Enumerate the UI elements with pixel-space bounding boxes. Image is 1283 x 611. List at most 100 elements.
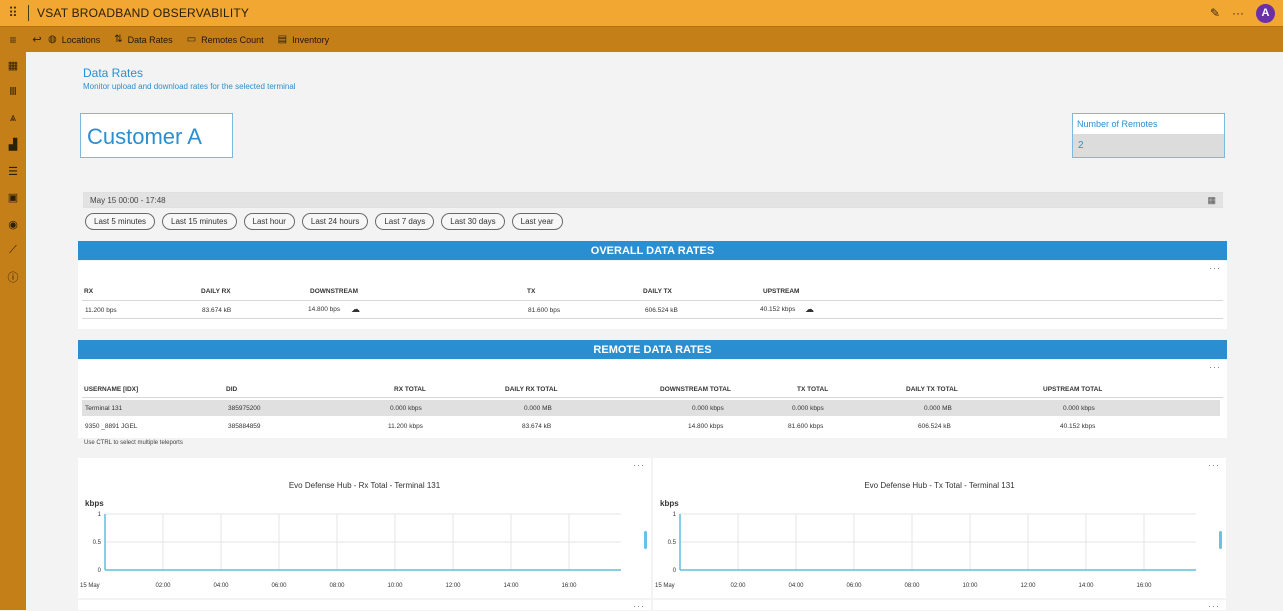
y-tick-label: 0	[98, 568, 102, 574]
remotes-count-value-area: 2	[1073, 134, 1224, 157]
col-header: DAILY TX	[643, 288, 672, 295]
col-header: TX TOTAL	[797, 386, 829, 393]
remotes-count-value: 2	[1078, 140, 1084, 151]
chart-scroll-handle[interactable]	[644, 531, 647, 549]
list-icon[interactable]: ☰	[0, 158, 26, 185]
nav-bar: ≡ ↩ ◍ Locations ⇅ Data Rates ▭ Remotes C…	[0, 26, 1283, 52]
back-icon[interactable]: ↩	[26, 33, 48, 46]
x-tick-label: 10:00	[387, 583, 403, 589]
cell: 0.000 MB	[524, 405, 552, 412]
cell: 40.152 kbps	[760, 306, 796, 313]
calendar-icon[interactable]: ▦	[1207, 195, 1216, 206]
col-header: TX	[527, 288, 536, 295]
date-range-value: May 15 00:00 - 17:48	[90, 196, 166, 205]
y-tick-label: 0.5	[668, 540, 677, 546]
cell: 0.000 kbps	[792, 405, 824, 412]
x-tick-label: 08:00	[904, 583, 920, 589]
range-button-7d[interactable]: Last 7 days	[375, 213, 435, 230]
app-launcher-icon[interactable]: ⠿	[0, 0, 26, 26]
x-tick-label: 15 May	[80, 583, 100, 589]
more-icon[interactable]: ···	[1232, 6, 1244, 20]
x-tick-label: 08:00	[329, 583, 345, 589]
x-tick-label: 06:00	[846, 583, 862, 589]
x-tick-label: 12:00	[1020, 583, 1036, 589]
cell: 14.800 bps	[308, 306, 341, 313]
cell: 0.000 kbps	[1063, 405, 1095, 412]
col-header: RX	[84, 288, 94, 295]
edit-icon[interactable]: ✎	[1210, 6, 1220, 20]
range-button-15m[interactable]: Last 15 minutes	[162, 213, 237, 230]
remote-data-rates-header: REMOTE DATA RATES	[78, 340, 1227, 359]
customer-panel: Customer A	[80, 113, 233, 158]
range-button-1h[interactable]: Last hour	[243, 213, 295, 230]
chart-scroll-handle[interactable]	[1219, 531, 1222, 549]
range-button-30d[interactable]: Last 30 days	[441, 213, 505, 230]
cloud-upload-icon: ☁	[805, 304, 814, 314]
up-down-arrows-icon: ⇅	[114, 34, 123, 45]
col-header: UPSTREAM TOTAL	[1043, 386, 1103, 393]
cell: 385975200	[228, 405, 261, 412]
nav-item-label: Data Rates	[127, 34, 173, 45]
col-header: UPSTREAM	[763, 288, 800, 295]
dashboard-icon[interactable]: ▦	[0, 52, 26, 79]
y-tick-label: 0.5	[93, 540, 102, 546]
cell: 0.000 MB	[924, 405, 952, 412]
range-button-24h[interactable]: Last 24 hours	[301, 213, 369, 230]
x-tick-label: 12:00	[445, 583, 461, 589]
report-icon[interactable]: ▣	[0, 185, 26, 212]
cloud-download-icon: ☁	[351, 304, 360, 314]
remotes-count-label: Number of Remotes	[1077, 119, 1158, 129]
col-header: DID	[226, 386, 238, 393]
counter-icon: ▭	[186, 34, 197, 45]
cell: 9350 _8891 JGEL	[85, 423, 138, 430]
x-tick-label: 16:00	[561, 583, 577, 589]
top-bar: ⠿ VSAT BROADBAND OBSERVABILITY ✎ ··· A	[0, 0, 1283, 26]
cell: 81.600 bps	[528, 307, 561, 314]
cell: 0.000 kbps	[692, 405, 724, 412]
analytics-icon[interactable]: ⟋	[0, 238, 26, 265]
nav-item-inventory[interactable]: ▤ Inventory	[278, 34, 329, 45]
antenna-icon[interactable]: ⩓	[0, 105, 26, 132]
col-header: RX TOTAL	[394, 386, 426, 393]
avatar[interactable]: A	[1256, 3, 1275, 23]
col-header: USERNAME [IDX]	[84, 386, 139, 393]
cell: Terminal 131	[85, 405, 123, 412]
table-row[interactable]: 9350 _8891 JGEL 385884859 11.200 kbps 83…	[82, 418, 1220, 434]
nav-item-locations[interactable]: ◍ Locations	[48, 34, 100, 45]
range-button-1y[interactable]: Last year	[511, 213, 563, 230]
chart-icon[interactable]: ▟	[0, 132, 26, 159]
more-icon[interactable]: ···	[1209, 362, 1221, 372]
cell: 11.200 bps	[85, 307, 117, 314]
chart-panel: ···	[78, 600, 651, 611]
more-icon[interactable]: ···	[1209, 263, 1221, 273]
rx-chart-panel: ··· Evo Defense Hub - Rx Total - Termina…	[78, 458, 651, 598]
x-tick-label: 04:00	[788, 583, 804, 589]
sidebar: ▦ Ⅲ ⩓ ▟ ☰ ▣ ◉ ⟋ ⓘ	[0, 52, 26, 610]
x-tick-label: 02:00	[155, 583, 171, 589]
info-icon[interactable]: ⓘ	[0, 264, 26, 291]
main-content: Data Rates Monitor upload and download r…	[26, 52, 1283, 611]
date-range-picker[interactable]: May 15 00:00 - 17:48 ▦	[83, 192, 1223, 208]
divider	[82, 397, 1223, 398]
nav-item-data-rates[interactable]: ⇅ Data Rates	[114, 34, 172, 45]
cell: 385884859	[228, 423, 261, 430]
x-tick-label: 15 May	[655, 583, 675, 589]
customer-name: Customer A	[87, 124, 202, 149]
nav-item-label: Locations	[61, 34, 101, 45]
x-tick-label: 06:00	[271, 583, 287, 589]
range-button-5m[interactable]: Last 5 minutes	[85, 213, 156, 230]
x-tick-label: 14:00	[503, 583, 519, 589]
x-tick-label: 16:00	[1136, 583, 1152, 589]
globe-icon[interactable]: ◉	[0, 211, 26, 238]
bars-icon[interactable]: Ⅲ	[0, 79, 26, 106]
nav-item-remotes-count[interactable]: ▭ Remotes Count	[187, 34, 264, 45]
y-tick-label: 0	[673, 568, 677, 574]
nav-item-label: Inventory	[292, 34, 330, 45]
table-row[interactable]: Terminal 131 385975200 0.000 kbps 0.000 …	[82, 400, 1220, 416]
divider	[82, 318, 1223, 319]
menu-icon[interactable]: ≡	[0, 33, 26, 47]
cell: 0.000 kbps	[390, 405, 422, 412]
col-header: DOWNSTREAM TOTAL	[660, 386, 731, 393]
cell: 606.524 kB	[918, 423, 951, 430]
cell: 40.152 kbps	[1060, 423, 1096, 430]
